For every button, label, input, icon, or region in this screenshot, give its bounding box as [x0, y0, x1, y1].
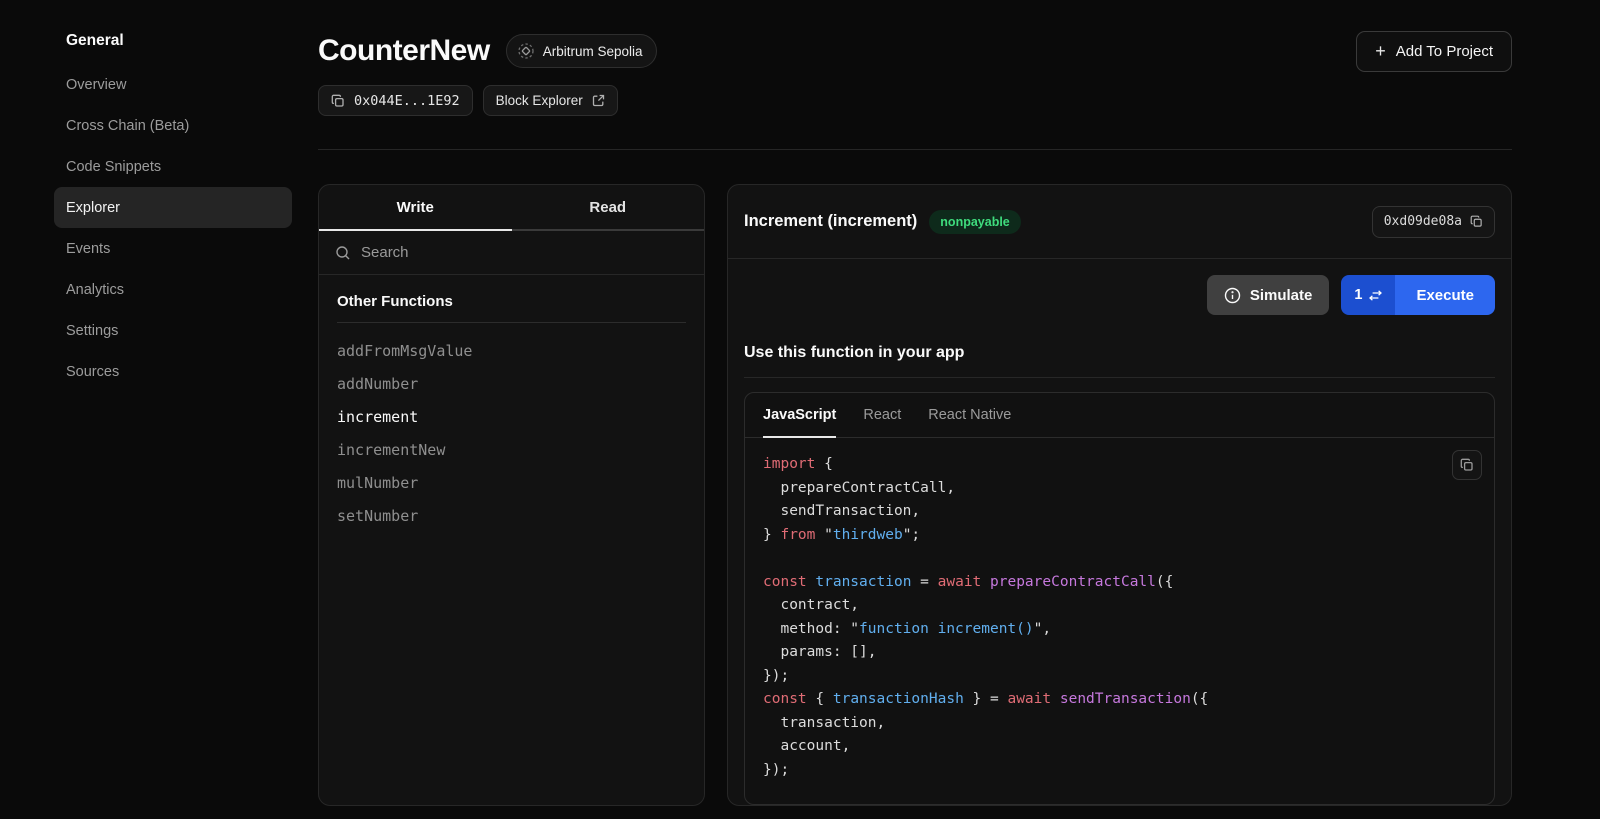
page-title: CounterNew — [318, 34, 490, 68]
code-line: params: [], — [763, 641, 1476, 665]
contract-address: 0x044E...1E92 — [354, 93, 460, 109]
copy-icon — [331, 94, 345, 108]
external-link-icon — [592, 94, 605, 107]
contract-chips-row: 0x044E...1E92 Block Explorer — [318, 85, 1512, 116]
header-divider — [318, 149, 1512, 150]
function-item-mulnumber[interactable]: mulNumber — [337, 467, 686, 500]
add-to-project-button[interactable]: + Add To Project — [1356, 31, 1512, 72]
contract-header: CounterNew Arbitrum Sepolia + Add To Pro… — [318, 30, 1512, 72]
code-tab-react[interactable]: React — [863, 393, 901, 438]
network-icon — [517, 42, 535, 60]
code-block: import { prepareContractCall, sendTransa… — [763, 453, 1476, 782]
function-detail-panel: Increment (increment) nonpayable 0xd09de… — [727, 184, 1512, 806]
search-icon — [335, 245, 351, 261]
function-detail-header: Increment (increment) nonpayable 0xd09de… — [728, 185, 1511, 259]
actions-row: Simulate 1 — [728, 259, 1511, 315]
sidebar-heading: General — [66, 30, 300, 52]
tab-write[interactable]: Write — [319, 185, 512, 231]
execute-label: Execute — [1416, 287, 1474, 304]
code-line: prepareContractCall, — [763, 477, 1476, 501]
copy-icon — [1470, 215, 1483, 228]
simulate-button[interactable]: Simulate — [1207, 275, 1330, 315]
sidebar-item-overview[interactable]: Overview — [54, 64, 292, 105]
execute-count-segment[interactable]: 1 — [1341, 275, 1395, 315]
function-detail-title: Increment (increment) — [744, 212, 917, 231]
function-item-setnumber[interactable]: setNumber — [337, 500, 686, 533]
function-item-addnumber[interactable]: addNumber — [337, 368, 686, 401]
contract-address-chip[interactable]: 0x044E...1E92 — [318, 85, 473, 116]
network-badge[interactable]: Arbitrum Sepolia — [506, 34, 658, 68]
block-explorer-label: Block Explorer — [496, 93, 583, 108]
search-input[interactable] — [361, 244, 688, 261]
function-selector: 0xd09de08a — [1384, 214, 1462, 229]
function-item-addfrommsgvalue[interactable]: addFromMsgValue — [337, 335, 686, 368]
code-area: import { prepareContractCall, sendTransa… — [745, 438, 1494, 804]
usage-heading: Use this function in your app — [728, 315, 1511, 362]
search-row — [319, 231, 704, 275]
sidebar-item-explorer[interactable]: Explorer — [54, 187, 292, 228]
function-list: addFromMsgValueaddNumberincrementincreme… — [319, 323, 704, 545]
code-line: }); — [763, 665, 1476, 689]
sidebar-item-sources[interactable]: Sources — [54, 351, 292, 392]
function-selector-chip[interactable]: 0xd09de08a — [1372, 206, 1495, 238]
code-line: sendTransaction, — [763, 500, 1476, 524]
simulate-label: Simulate — [1250, 287, 1313, 304]
sidebar-item-analytics[interactable]: Analytics — [54, 269, 292, 310]
code-tab-react-native[interactable]: React Native — [928, 393, 1011, 438]
function-item-increment[interactable]: increment — [337, 401, 686, 434]
network-badge-label: Arbitrum Sepolia — [543, 44, 643, 59]
code-line: method: "function increment()", — [763, 618, 1476, 642]
swap-arrows-icon — [1369, 290, 1382, 301]
code-line: contract, — [763, 594, 1476, 618]
sidebar-nav: OverviewCross Chain (Beta)Code SnippetsE… — [54, 64, 292, 392]
execute-count: 1 — [1354, 287, 1362, 303]
add-to-project-label: Add To Project — [1396, 43, 1493, 60]
sidebar-item-events[interactable]: Events — [54, 228, 292, 269]
code-tab-javascript[interactable]: JavaScript — [763, 393, 836, 438]
main-content: CounterNew Arbitrum Sepolia + Add To Pro… — [300, 0, 1600, 819]
sidebar-item-settings[interactable]: Settings — [54, 310, 292, 351]
info-icon — [1224, 287, 1241, 304]
block-explorer-button[interactable]: Block Explorer — [483, 85, 618, 116]
plus-icon: + — [1375, 42, 1386, 60]
code-line: account, — [763, 735, 1476, 759]
code-line: } from "thirdweb"; — [763, 524, 1476, 548]
functions-panel: WriteRead Other Functions addFromMsgValu… — [318, 184, 705, 806]
code-card: JavaScript React React Native import { pre… — [744, 392, 1495, 805]
code-line: }); — [763, 759, 1476, 783]
sidebar-item-code-snippets[interactable]: Code Snippets — [54, 146, 292, 187]
code-copy-button[interactable] — [1452, 450, 1482, 480]
sidebar-item-cross-chain-beta[interactable]: Cross Chain (Beta) — [54, 105, 292, 146]
code-tabs: JavaScript React React Native — [745, 393, 1494, 438]
function-group-heading: Other Functions — [319, 275, 704, 322]
execute-main-segment[interactable]: Execute — [1395, 275, 1495, 315]
explorer-content: WriteRead Other Functions addFromMsgValu… — [318, 184, 1512, 806]
function-item-incrementnew[interactable]: incrementNew — [337, 434, 686, 467]
code-line: const { transactionHash } = await sendTr… — [763, 688, 1476, 712]
usage-divider — [744, 377, 1495, 378]
code-line: transaction, — [763, 712, 1476, 736]
code-line: import { — [763, 453, 1476, 477]
code-line: const transaction = await prepareContrac… — [763, 571, 1476, 595]
sidebar: General OverviewCross Chain (Beta)Code S… — [0, 0, 300, 819]
execute-button[interactable]: 1 Execute — [1341, 275, 1495, 315]
mutability-badge: nonpayable — [929, 210, 1020, 234]
tab-read[interactable]: Read — [512, 185, 705, 231]
code-line — [763, 547, 1476, 571]
functions-tabs: WriteRead — [319, 185, 704, 231]
